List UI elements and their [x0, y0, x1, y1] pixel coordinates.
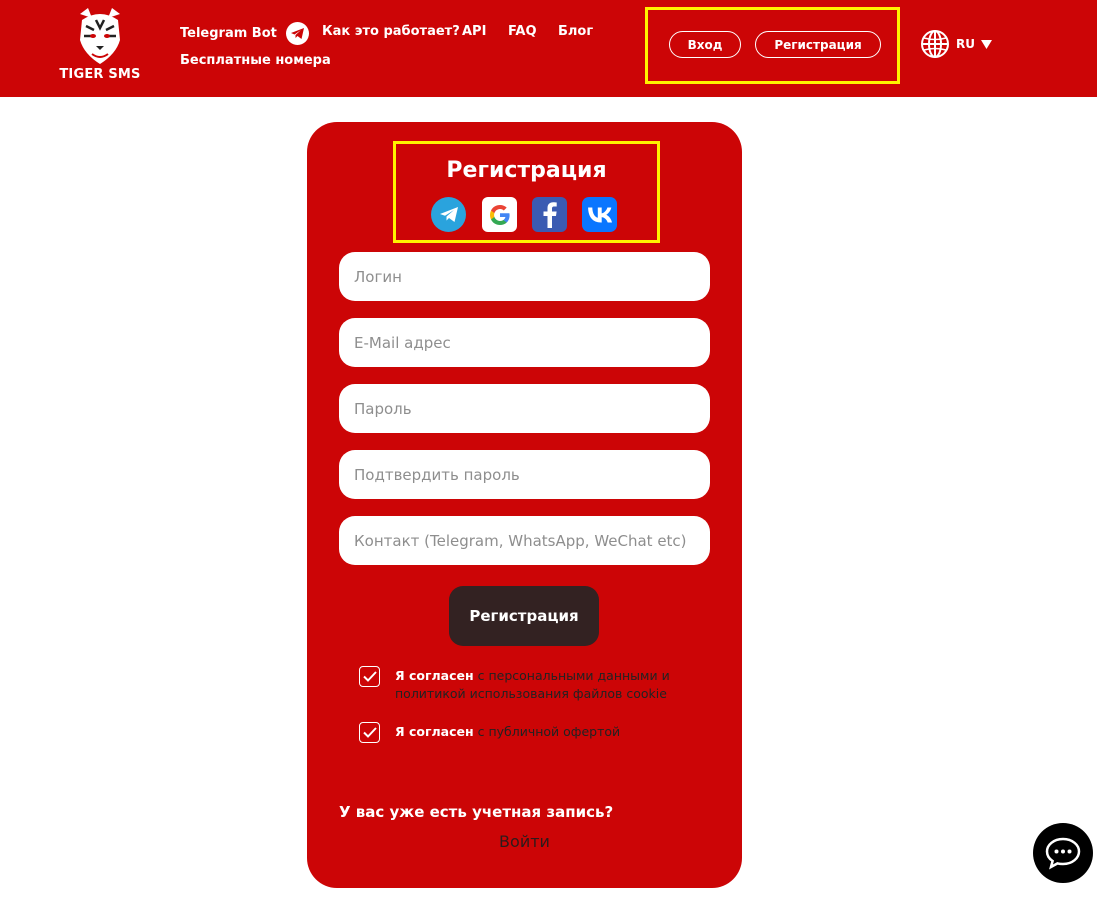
consent-checkbox-privacy[interactable]: [359, 666, 380, 687]
chat-bubble-icon: [1045, 837, 1081, 870]
tiger-logo-icon: [80, 8, 120, 64]
nav-faq[interactable]: FAQ: [508, 24, 537, 39]
consent-offer-link[interactable]: с публичной офертой: [478, 724, 621, 739]
checkmark-icon: [362, 727, 377, 738]
contact-input[interactable]: [339, 516, 710, 565]
chat-widget-button[interactable]: [1033, 823, 1093, 883]
login-button[interactable]: Вход: [669, 31, 741, 58]
password-input[interactable]: [339, 384, 710, 433]
language-label: RU: [956, 37, 975, 51]
logo-text: TIGER SMS: [59, 67, 141, 82]
telegram-login-icon[interactable]: [431, 197, 466, 232]
vk-login-icon[interactable]: [582, 197, 617, 232]
nav-telegram-bot[interactable]: Telegram Bot: [180, 22, 309, 45]
google-login-icon[interactable]: [482, 197, 517, 232]
consent-checkbox-offer[interactable]: [359, 722, 380, 743]
consent-text-privacy: Я согласен с персональными данными и пол…: [395, 667, 695, 703]
logo[interactable]: TIGER SMS: [58, 6, 142, 86]
login-link[interactable]: Войти: [307, 832, 742, 851]
nav-telegram-bot-label: Telegram Bot: [180, 26, 277, 41]
title-highlight-box: [393, 141, 660, 243]
language-selector[interactable]: RU: [920, 29, 992, 59]
consent-text-offer: Я согласен с публичной офертой: [395, 723, 695, 741]
register-button[interactable]: Регистрация: [755, 31, 881, 58]
nav-how-it-works[interactable]: Как это работает?: [322, 24, 460, 39]
nav-api[interactable]: API: [462, 24, 486, 39]
globe-icon: [921, 30, 949, 58]
confirm-password-input[interactable]: [339, 450, 710, 499]
register-submit-button[interactable]: Регистрация: [449, 586, 599, 646]
telegram-icon: [285, 22, 309, 45]
consent-lead: Я согласен: [395, 724, 474, 739]
has-account-text: У вас уже есть учетная запись?: [339, 803, 614, 821]
nav-free-numbers[interactable]: Бесплатные номера: [180, 53, 331, 68]
checkmark-icon: [362, 671, 377, 682]
caret-down-icon: [980, 39, 992, 49]
form-title: Регистрация: [446, 158, 607, 183]
nav-blog[interactable]: Блог: [558, 24, 593, 39]
facebook-login-icon[interactable]: [532, 197, 567, 232]
email-input[interactable]: [339, 318, 710, 367]
consent-lead: Я согласен: [395, 668, 474, 683]
site-header: TIGER SMS Telegram Bot Как это работает?…: [0, 0, 1097, 97]
login-input[interactable]: [339, 252, 710, 301]
